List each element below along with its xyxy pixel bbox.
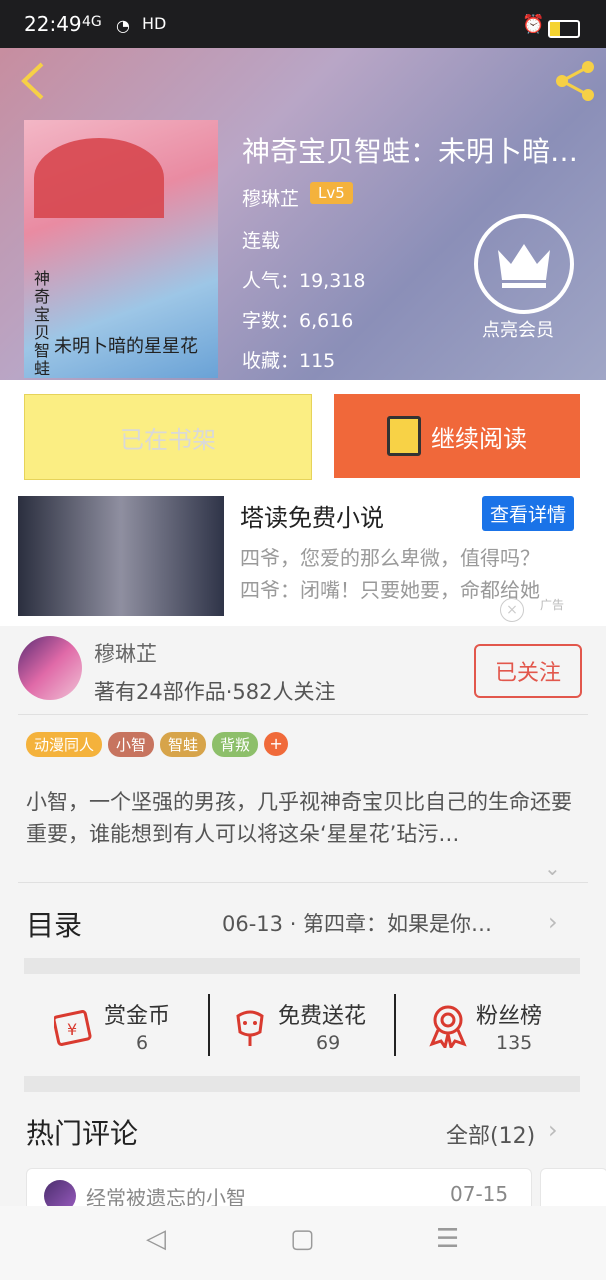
battery-icon bbox=[548, 20, 580, 38]
ad-close-icon[interactable]: × bbox=[500, 598, 524, 622]
member-label: 点亮会员 bbox=[482, 320, 554, 341]
book-title: 神奇宝贝智蛙：未明卜暗… bbox=[242, 135, 579, 168]
member-button[interactable] bbox=[474, 214, 574, 314]
ad-title[interactable]: 塔读免费小说 bbox=[240, 498, 384, 533]
system-nav-bar: ◁ ▢ ☰ bbox=[0, 1206, 606, 1280]
nav-menu-icon[interactable]: ☰ bbox=[436, 1224, 459, 1254]
hot-comments-label: 热门评论 bbox=[26, 1117, 139, 1150]
crown-icon bbox=[498, 244, 550, 288]
divider bbox=[18, 714, 588, 715]
tag-chip[interactable]: 背叛 bbox=[212, 732, 259, 757]
wifi-icon: ◔ bbox=[116, 16, 130, 35]
book-cover[interactable]: 神奇宝贝智蛙 未明卜暗的星星花 bbox=[24, 120, 218, 378]
divider bbox=[394, 994, 396, 1056]
tag-chip[interactable]: 小智 bbox=[108, 732, 155, 757]
toc-latest-chapter[interactable]: 06-13 · 第四章：如果是你… bbox=[222, 908, 492, 938]
author-name[interactable]: 穆琳芷 bbox=[94, 638, 157, 668]
author-stats: 著有24部作品·582人关注 bbox=[94, 680, 336, 704]
continue-reading-button[interactable]: 继续阅读 bbox=[334, 394, 580, 478]
stat-value: 135 bbox=[496, 1032, 533, 1054]
cover-vertical-text: 神奇宝贝智蛙 bbox=[34, 269, 51, 378]
share-icon[interactable] bbox=[552, 58, 598, 104]
ad-tag: 广告 bbox=[540, 598, 565, 612]
ad-detail-button[interactable]: 查看详情 bbox=[482, 496, 575, 531]
coin-icon[interactable]: ¥ bbox=[52, 1004, 98, 1048]
tag-list: 动漫同人 小智 智蛙 背叛 + bbox=[26, 732, 289, 757]
stat-label[interactable]: 赏金币 bbox=[104, 998, 170, 1030]
add-tag-icon[interactable]: + bbox=[264, 732, 289, 756]
book-status: 连载 bbox=[242, 230, 281, 252]
status-time: 22:49 bbox=[24, 12, 82, 36]
follow-button[interactable]: 已关注 bbox=[474, 644, 582, 698]
divider bbox=[208, 994, 210, 1056]
shelf-label: 已在书架 bbox=[120, 425, 216, 454]
comment-date: 07-15 bbox=[450, 1182, 509, 1206]
chevron-down-icon[interactable]: ⌄ bbox=[544, 856, 564, 880]
ad-text-line-2: 四爷：闭嘴！只要她要，命都给她 bbox=[240, 578, 540, 602]
all-comments-link[interactable]: 全部(12) bbox=[446, 1118, 535, 1150]
book-popularity: 人气：19,318 bbox=[242, 270, 366, 292]
continue-label: 继续阅读 bbox=[431, 424, 527, 453]
alarm-icon: ⏰ bbox=[522, 14, 545, 35]
stat-value: 69 bbox=[316, 1032, 341, 1054]
stat-label[interactable]: 粉丝榜 bbox=[476, 998, 542, 1030]
svg-text:¥: ¥ bbox=[67, 1020, 77, 1039]
chevron-right-icon[interactable]: › bbox=[548, 1116, 558, 1144]
cover-umbrella bbox=[34, 138, 164, 218]
medal-icon[interactable] bbox=[428, 1004, 468, 1051]
book-words: 字数：6,616 bbox=[242, 310, 354, 332]
status-bar: 22:49 4G ◔ HD ⏰ bbox=[0, 0, 606, 48]
flower-icon[interactable] bbox=[230, 1006, 270, 1048]
tag-chip[interactable]: 智蛙 bbox=[160, 732, 207, 757]
ad-text-line-1: 四爷，您爱的那么卑微，值得吗？ bbox=[240, 546, 540, 570]
nav-home-icon[interactable]: ▢ bbox=[290, 1224, 315, 1254]
stat-label[interactable]: 免费送花 bbox=[278, 998, 366, 1030]
book-favorites: 收藏：115 bbox=[242, 350, 336, 372]
book-description[interactable]: 小智，一个坚强的男孩，几乎视神奇宝贝比自己的生命还要重要，谁能想到有人可以将这朵… bbox=[26, 786, 576, 850]
back-arrow-icon[interactable] bbox=[16, 60, 50, 102]
hd-indicator: HD bbox=[142, 14, 167, 33]
author-avatar[interactable] bbox=[18, 636, 82, 700]
section-separator bbox=[24, 958, 580, 974]
add-to-shelf-button[interactable]: 已在书架 bbox=[24, 394, 312, 480]
nav-back-icon[interactable]: ◁ bbox=[146, 1224, 166, 1254]
toc-label[interactable]: 目录 bbox=[26, 904, 82, 944]
chevron-right-icon[interactable]: › bbox=[548, 908, 558, 936]
ad-image[interactable] bbox=[18, 496, 224, 616]
section-separator bbox=[24, 1076, 580, 1092]
author-level-badge: Lv5 bbox=[310, 182, 353, 204]
stat-value: 6 bbox=[136, 1032, 149, 1054]
cover-title: 未明卜暗的星星花 bbox=[54, 336, 198, 357]
network-indicator: 4G bbox=[82, 14, 102, 30]
follow-label: 已关注 bbox=[494, 661, 561, 686]
book-author[interactable]: 穆琳芷 bbox=[242, 184, 299, 211]
divider bbox=[18, 882, 588, 883]
book-icon bbox=[387, 416, 421, 456]
tag-chip[interactable]: 动漫同人 bbox=[26, 732, 103, 757]
